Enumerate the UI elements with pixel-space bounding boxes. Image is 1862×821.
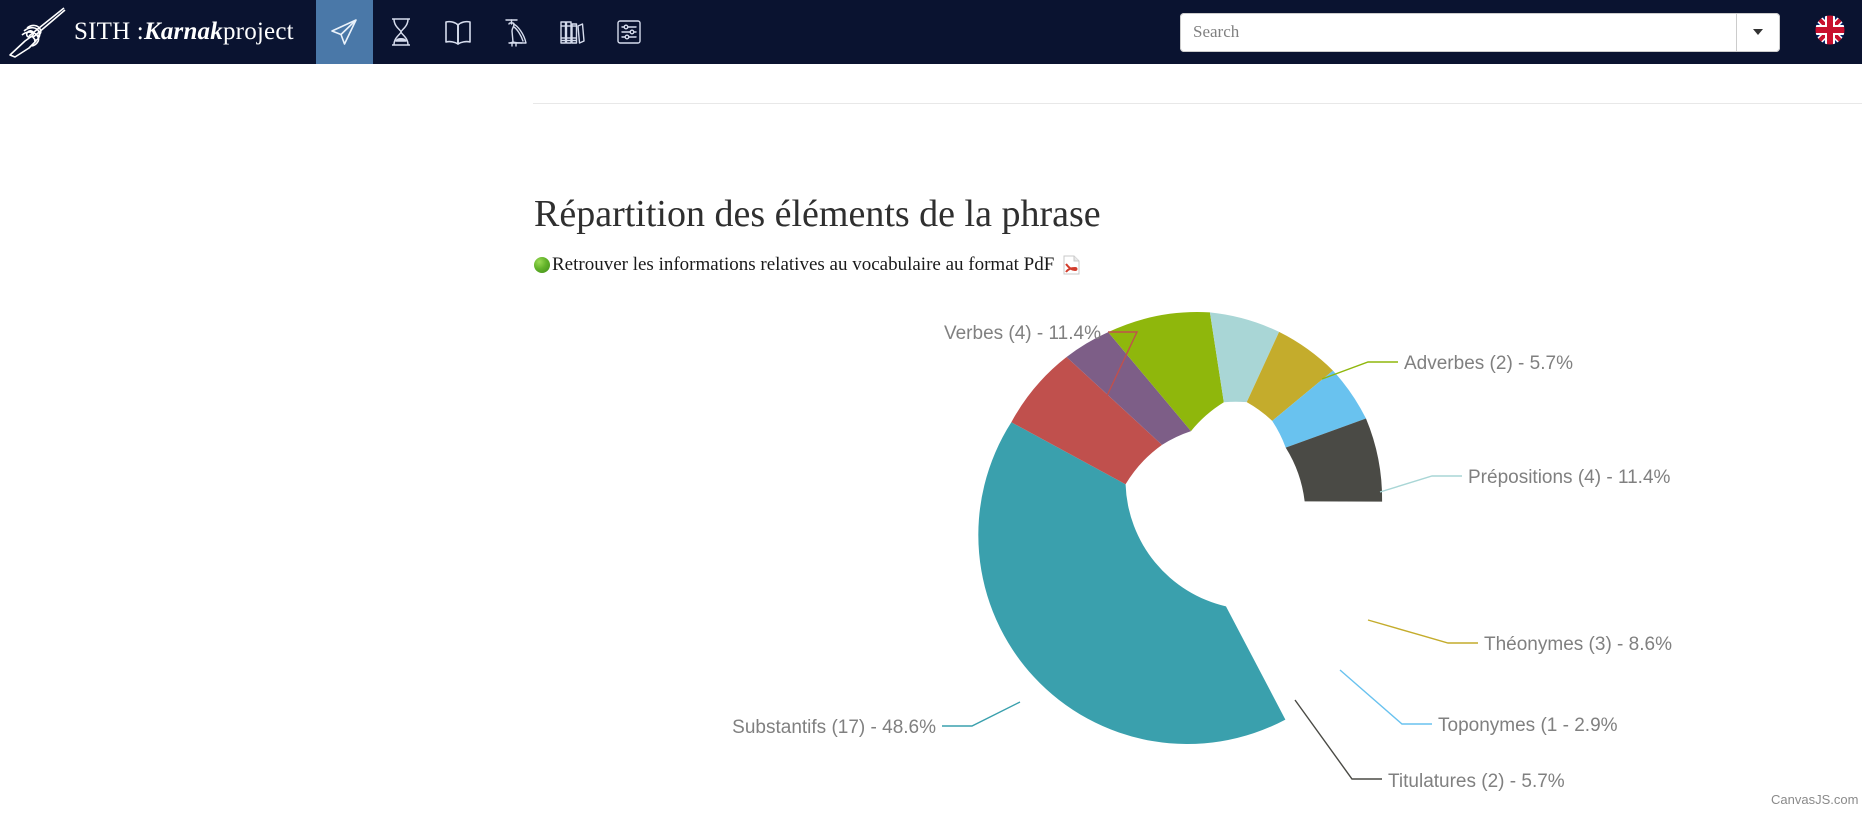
- pie-label-titulatures: Titulatures (2) - 5.7%: [1388, 771, 1565, 792]
- brand-suffix: project: [222, 18, 294, 45]
- pie-label-verbes: Verbes (4) - 11.4%: [944, 323, 1101, 344]
- donut-slices: [978, 312, 1383, 744]
- nav-item-hourglass[interactable]: [373, 0, 430, 64]
- language-selector[interactable]: [1798, 0, 1862, 64]
- leader-titulatures: [1294, 699, 1382, 780]
- nav-item-bookshelf[interactable]: [544, 0, 601, 64]
- falcon-bird-icon: [500, 16, 530, 48]
- open-book-icon: [443, 17, 473, 47]
- top-navbar: SITH : Karnak project: [0, 0, 1862, 64]
- pie-label-substantifs: Substantifs (17) - 48.6%: [732, 717, 936, 738]
- leader-prepositions: [1379, 475, 1462, 493]
- navbar-spacer: [658, 0, 1180, 64]
- bookshelf-icon: [557, 17, 587, 47]
- nav-item-send[interactable]: [315, 0, 373, 64]
- pie-label-theonymes: Théonymes (3) - 8.6%: [1484, 634, 1672, 655]
- leader-theonymes: [1367, 619, 1478, 644]
- nav-item-settings[interactable]: [601, 0, 658, 64]
- pie-label-adverbes: Adverbes (2) - 5.7%: [1404, 353, 1573, 374]
- pie-chart: Verbes (4) - 11.4% Adverbes (2) - 5.7% P…: [0, 64, 1862, 821]
- pie-label-toponymes: Toponymes (1 - 2.9%: [1438, 715, 1618, 736]
- leader-substantifs: [942, 701, 1021, 727]
- leader-toponymes: [1339, 669, 1432, 725]
- pie-label-prepositions: Prépositions (4) - 11.4%: [1468, 467, 1671, 488]
- nav-item-book[interactable]: [430, 0, 487, 64]
- chevron-down-icon: [1753, 29, 1763, 35]
- search-area: [1180, 0, 1798, 64]
- hand-with-stylus-icon[interactable]: [0, 0, 74, 64]
- canvasjs-credit[interactable]: CanvasJS.com: [1771, 792, 1858, 807]
- nav-item-falcon[interactable]: [487, 0, 544, 64]
- list-settings-icon: [615, 18, 643, 46]
- search-input[interactable]: [1180, 12, 1736, 52]
- hourglass-icon: [386, 16, 416, 48]
- search-dropdown-button[interactable]: [1736, 12, 1780, 52]
- main-content: Répartition des éléments de la phrase Re…: [0, 64, 1862, 821]
- brand-prefix: SITH :: [74, 18, 144, 45]
- search-group: [1180, 12, 1780, 52]
- uk-flag-icon: [1814, 14, 1846, 51]
- brand-italic: Karnak: [143, 18, 223, 45]
- donut-chart-svg: Verbes (4) - 11.4% Adverbes (2) - 5.7% P…: [732, 312, 1672, 792]
- brand-title[interactable]: SITH : Karnak project: [74, 0, 316, 64]
- paper-plane-icon: [328, 16, 360, 48]
- nav-icon-group: [315, 0, 658, 64]
